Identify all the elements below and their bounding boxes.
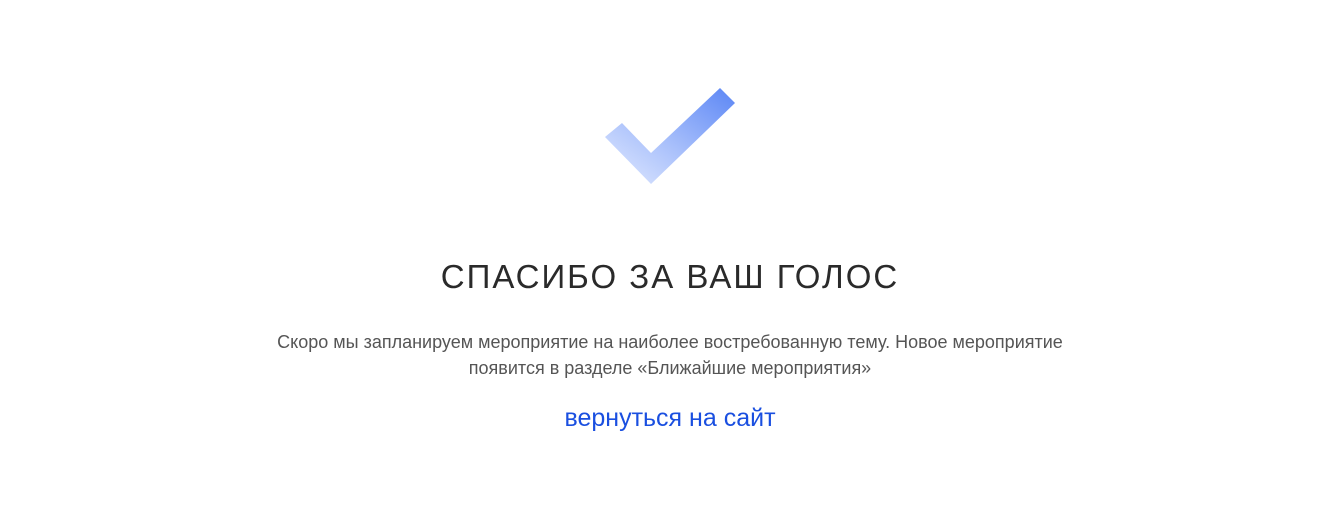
confirmation-message: Скоро мы запланируем мероприятие на наиб… (277, 332, 1063, 378)
back-to-site-link[interactable]: вернуться на сайт (0, 404, 1340, 433)
back-to-site-label[interactable]: вернуться на сайт (564, 404, 775, 432)
thank-you-screen: СПАСИБО ЗА ВАШ ГОЛОС Скоро мы запланируе… (0, 0, 1340, 516)
checkmark-icon (605, 88, 735, 184)
page-title: СПАСИБО ЗА ВАШ ГОЛОС (440, 258, 900, 295)
